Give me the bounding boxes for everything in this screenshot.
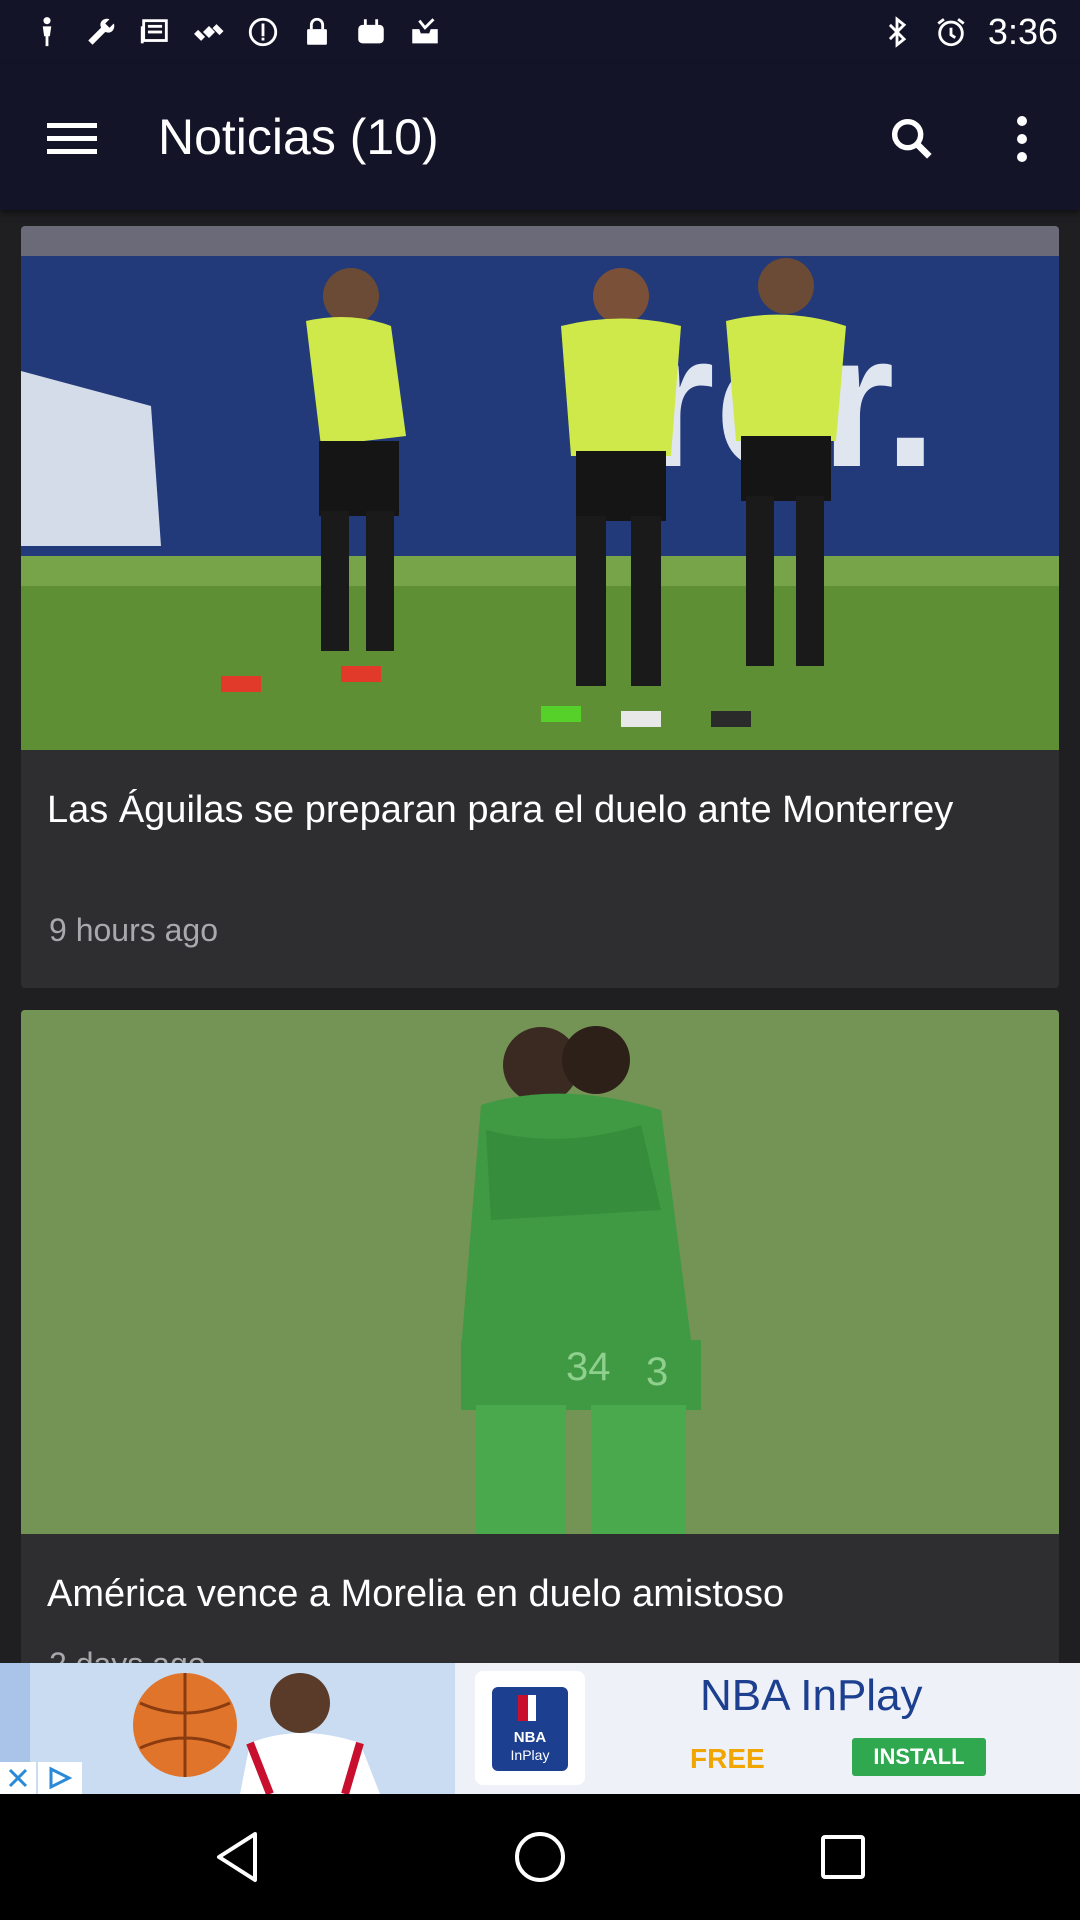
menu-button[interactable]	[40, 107, 104, 171]
info-icon	[246, 15, 280, 49]
page-title: Noticias (10)	[158, 109, 439, 165]
system-nav-bar	[0, 1794, 1080, 1920]
more-vert-icon	[1017, 116, 1027, 162]
svg-text:3: 3	[646, 1350, 668, 1394]
ad-price: FREE	[690, 1743, 765, 1774]
ad-choices-button[interactable]	[38, 1762, 82, 1794]
article-title: Las Águilas se preparan para el duelo an…	[47, 789, 954, 831]
recents-square-icon	[821, 1835, 865, 1879]
inbox-icon	[408, 15, 442, 49]
svg-text:34: 34	[566, 1345, 611, 1389]
ad-headline: NBA InPlay	[700, 1671, 923, 1720]
search-icon	[891, 118, 932, 159]
menu-icon	[47, 123, 97, 154]
article-card[interactable]: rer. Las	[21, 226, 1059, 988]
lock-icon	[300, 15, 334, 49]
status-bar: 3:36	[0, 0, 1080, 64]
article-card[interactable]: 34 3 América vence a Morelia en duelo am…	[21, 1010, 1059, 1710]
adchoices-icon	[49, 1766, 73, 1790]
clock: 3:36	[987, 11, 1058, 52]
person-icon	[30, 15, 64, 49]
article-title: América vence a Morelia en duelo amistos…	[47, 1573, 785, 1615]
search-button[interactable]	[880, 107, 944, 171]
toolbox-icon	[354, 15, 388, 49]
system-icons: 3:36	[880, 11, 1080, 53]
home-button[interactable]	[500, 1822, 580, 1892]
back-button[interactable]	[197, 1822, 277, 1892]
ad-app-badge: NBA	[513, 1729, 547, 1746]
ad-close-button[interactable]	[0, 1762, 36, 1794]
article-time: 9 hours ago	[49, 912, 219, 948]
article-image: 34 3	[21, 1010, 1059, 1534]
recents-button[interactable]	[803, 1822, 883, 1892]
notification-icons	[0, 15, 442, 49]
ad-app-badge-sub: InPlay	[510, 1747, 550, 1763]
alarm-icon	[934, 15, 968, 49]
close-icon	[8, 1768, 28, 1788]
more-options-button[interactable]	[990, 107, 1054, 171]
satellite-icon	[192, 15, 226, 49]
bluetooth-icon	[880, 15, 914, 49]
back-triangle-icon	[217, 1832, 257, 1882]
home-circle-icon	[515, 1832, 565, 1882]
ad-install-button[interactable]: INSTALL	[852, 1738, 986, 1776]
ad-banner[interactable]: NBA InPlay NBA InPlay FREE INSTALL	[0, 1663, 1080, 1794]
wrench-icon	[84, 15, 118, 49]
article-image: rer.	[21, 226, 1059, 750]
news-icon	[138, 15, 172, 49]
app-bar: Noticias (10)	[0, 64, 1080, 210]
